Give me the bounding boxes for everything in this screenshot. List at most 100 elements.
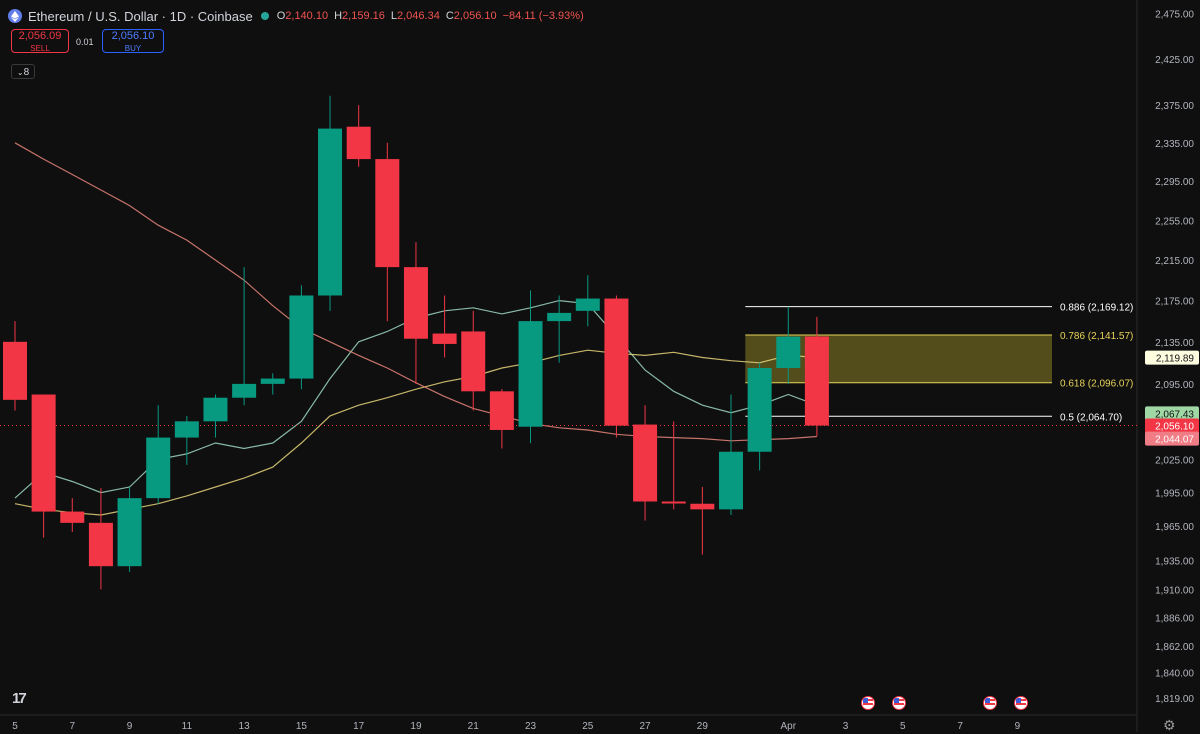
date-tick-label: 7 <box>69 721 75 732</box>
candle-body <box>804 336 829 426</box>
candle-body <box>375 159 400 268</box>
price-tick-label: 2,475.00 <box>1155 9 1194 20</box>
date-tick-label: 9 <box>127 721 133 732</box>
candle-body <box>747 368 772 452</box>
price-tick-label: 1,819.00 <box>1155 694 1194 705</box>
close-value: 2,056.10 <box>453 10 497 22</box>
price-tick-label: 1,840.00 <box>1155 668 1194 679</box>
candle <box>604 295 629 438</box>
ethereum-icon <box>8 9 22 23</box>
price-tick-label: 1,935.00 <box>1155 556 1194 567</box>
date-tick-label: 5 <box>900 721 906 732</box>
spread-value: 0.01 <box>76 37 94 47</box>
price-tick-label: 2,215.00 <box>1155 256 1194 267</box>
date-tick-label: Apr <box>780 721 796 732</box>
chevron-down-icon: ⌄ <box>16 68 24 77</box>
candle-body <box>489 391 514 430</box>
buy-button[interactable]: 2,056.10 BUY <box>102 29 164 53</box>
open-value: 2,140.10 <box>285 10 329 22</box>
price-tick-label: 2,255.00 <box>1155 216 1194 227</box>
candle-body <box>318 128 343 296</box>
date-tick-label: 27 <box>640 721 652 732</box>
fib-level-label: 0.618 (2,096.07) <box>1060 379 1133 390</box>
price-tick-label: 2,425.00 <box>1155 55 1194 66</box>
candle-body <box>3 341 27 400</box>
candle-body <box>690 503 715 510</box>
price-tick-label: 1,910.00 <box>1155 585 1194 596</box>
price-axis-label: 2,119.89 <box>1156 354 1195 365</box>
us-flag-event-icon[interactable] <box>1014 696 1028 710</box>
price-tick-label: 1,886.00 <box>1155 613 1194 624</box>
buy-label: BUY <box>124 44 142 53</box>
candle-body <box>174 421 199 438</box>
us-flag-event-icon[interactable] <box>983 696 997 710</box>
date-tick-label: 5 <box>12 721 18 732</box>
price-tick-label: 2,175.00 <box>1155 297 1194 308</box>
candle-body <box>117 498 142 567</box>
date-tick-label: 29 <box>697 721 709 732</box>
price-axis-label: 2,056.10 <box>1155 422 1194 433</box>
candle-body <box>633 424 658 502</box>
sell-price: 2,056.09 <box>18 30 62 42</box>
close-label: C <box>445 10 454 22</box>
date-tick-label: 11 <box>182 721 193 732</box>
candle <box>289 285 314 390</box>
date-tick-label: 15 <box>296 721 308 732</box>
sell-label: SELL <box>30 44 50 53</box>
date-tick-label: 9 <box>1015 721 1021 732</box>
tradingview-logo[interactable]: 17 <box>12 690 27 707</box>
date-tick-label: 25 <box>582 721 594 732</box>
price-tick-label: 1,995.00 <box>1155 489 1194 500</box>
fib-level-label: 0.5 (2,064.70) <box>1060 412 1122 423</box>
gear-icon[interactable]: ⚙ <box>1163 717 1176 734</box>
price-tick-label: 2,335.00 <box>1155 139 1194 150</box>
fib-level-label: 0.786 (2,141.57) <box>1060 331 1133 342</box>
candle-body <box>575 298 600 311</box>
candle-body <box>661 501 686 504</box>
candle-body <box>604 298 629 426</box>
candle-body <box>346 126 371 160</box>
chart-header: Ethereum / U.S. Dollar · 1D · Coinbase O… <box>8 6 584 26</box>
date-tick-label: 23 <box>525 721 537 732</box>
sell-button[interactable]: 2,056.09 SELL <box>11 29 69 53</box>
low-value: 2,046.34 <box>397 10 440 22</box>
candle-body <box>60 511 85 523</box>
market-status-icon <box>260 12 269 20</box>
buy-price: 2,056.10 <box>111 30 155 42</box>
candle-body <box>260 378 285 384</box>
price-tick-label: 1,965.00 <box>1155 522 1194 533</box>
open-label: O <box>276 10 286 22</box>
price-chart[interactable]: 0.886 (2,169.12) 0.786 (2,141.57) 0.618 (2… <box>0 0 1200 732</box>
high-value: 2,159.16 <box>342 10 385 22</box>
date-tick-label: 7 <box>957 721 963 732</box>
indicators-toggle-button[interactable]: ⌄8 <box>11 64 35 79</box>
candle-body <box>31 394 56 512</box>
candle-body <box>289 295 314 379</box>
price-tick-label: 2,135.00 <box>1155 338 1194 349</box>
candle <box>117 487 142 572</box>
ohlc-values: O2,140.10 H2,159.16 L2,046.34 C2,056.10 <box>277 10 497 22</box>
date-tick-label: 13 <box>239 721 251 732</box>
candle-body <box>146 437 171 499</box>
us-flag-event-icon[interactable] <box>892 696 906 710</box>
price-tick-label: 2,375.00 <box>1155 101 1194 112</box>
price-tick-label: 1,862.00 <box>1155 642 1194 653</box>
price-tick-label: 2,095.00 <box>1155 380 1194 391</box>
fib-level-label: 0.886 (2,169.12) <box>1060 303 1133 314</box>
price-change: −84.11 (−3.93%) <box>502 10 584 22</box>
candle-body <box>232 383 257 398</box>
candle-body <box>203 397 228 422</box>
candle-body <box>518 321 543 427</box>
candle-body <box>432 333 457 344</box>
date-tick-label: 19 <box>410 721 422 732</box>
date-tick-label: 3 <box>843 721 849 732</box>
candle-body <box>88 522 113 567</box>
date-tick-label: 21 <box>468 721 480 732</box>
us-flag-event-icon[interactable] <box>861 696 875 710</box>
date-tick-label: 17 <box>353 721 365 732</box>
indicator-count: 8 <box>23 67 30 78</box>
candle-body <box>776 336 801 369</box>
price-axis-label: 2,044.07 <box>1155 435 1194 446</box>
symbol-title[interactable]: Ethereum / U.S. Dollar · 1D · Coinbase <box>28 9 253 24</box>
high-label: H <box>334 10 343 22</box>
